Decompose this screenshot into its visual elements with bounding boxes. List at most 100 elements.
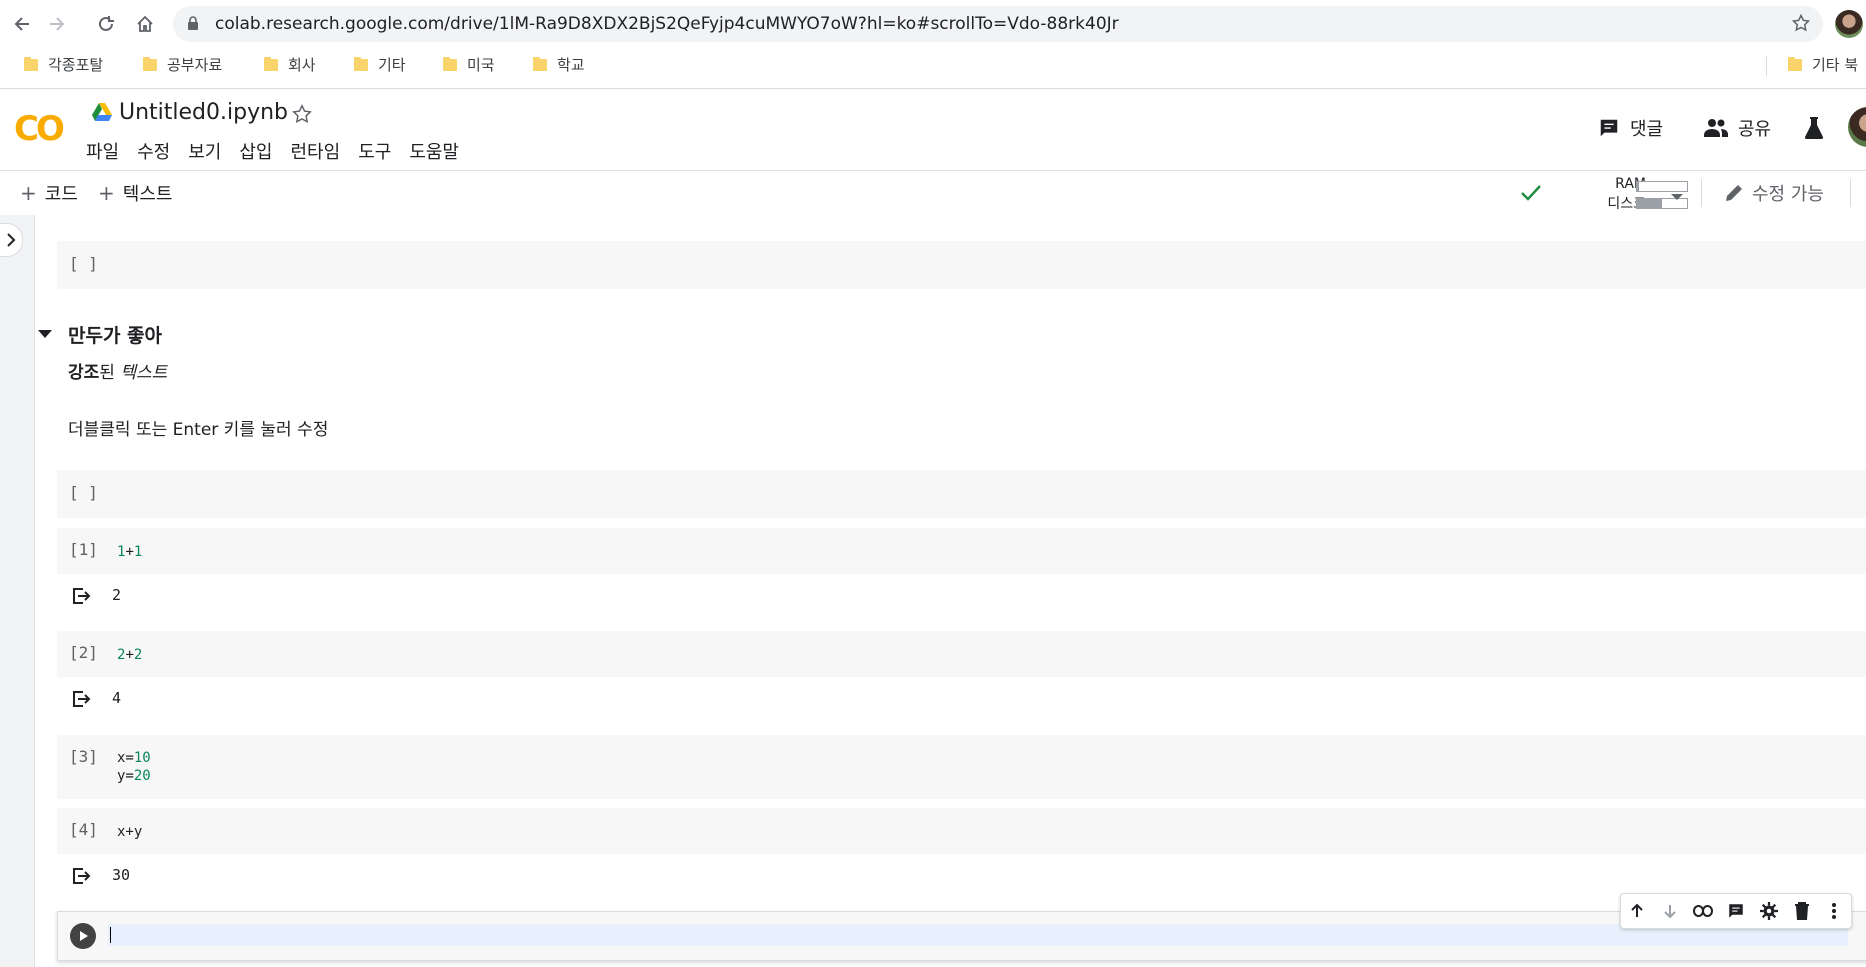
account-avatar[interactable] bbox=[1848, 107, 1866, 147]
bookmark-folder[interactable]: 기타 bbox=[354, 54, 406, 75]
cell-output: 30 bbox=[57, 854, 1866, 898]
notebook-toolbar: + 코드 + 텍스트 RAM 디스크 수정 가능 bbox=[0, 170, 1866, 216]
folder-icon bbox=[1788, 56, 1802, 71]
text-cursor bbox=[110, 927, 111, 943]
folder-icon bbox=[264, 56, 278, 71]
output-icon[interactable] bbox=[71, 690, 91, 712]
execution-count: [ ] bbox=[69, 483, 98, 502]
cell-toolbar bbox=[1620, 893, 1852, 929]
home-icon[interactable] bbox=[131, 10, 159, 38]
menu-help[interactable]: 도움말 bbox=[409, 138, 459, 164]
colab-header: CO Untitled0.ipynb 파일 수정 보기 삽입 런타임 도구 도움… bbox=[0, 89, 1866, 169]
browser-toolbar: colab.research.google.com/drive/1lM-Ra9D… bbox=[0, 0, 1866, 89]
lock-icon bbox=[187, 16, 199, 35]
resource-monitor[interactable]: RAM 디스크 bbox=[1550, 176, 1710, 212]
code-cell[interactable]: [1] 1+1 bbox=[57, 528, 1866, 574]
menu-runtime[interactable]: 런타임 bbox=[291, 138, 341, 164]
link-icon[interactable] bbox=[1691, 899, 1715, 923]
output-text: 30 bbox=[112, 866, 131, 884]
bookmarks-bar: 각종포탈 공부자료 회사 기타 미국 학교 기타 북 bbox=[0, 50, 1866, 80]
menu-insert[interactable]: 삽입 bbox=[239, 138, 272, 164]
comment-icon bbox=[1600, 119, 1618, 137]
output-icon[interactable] bbox=[71, 587, 91, 609]
bookmark-folder[interactable]: 미국 bbox=[443, 54, 495, 75]
execution-count: [2] bbox=[69, 643, 98, 662]
code-cell[interactable]: [ ] bbox=[57, 470, 1866, 518]
people-icon bbox=[1704, 119, 1728, 137]
reload-icon[interactable] bbox=[92, 10, 120, 38]
menu-bar: 파일 수정 보기 삽입 런타임 도구 도움말 bbox=[86, 138, 477, 164]
gear-icon[interactable] bbox=[1757, 899, 1781, 923]
active-code-cell[interactable] bbox=[57, 911, 1866, 961]
bookmark-folder[interactable]: 회사 bbox=[264, 54, 316, 75]
notebook-area: [ ] 만두가 좋아 강조된 텍스트 더블클릭 또는 Enter 키를 눌러 수… bbox=[0, 215, 1866, 967]
execution-count: [4] bbox=[69, 820, 98, 839]
add-code-button[interactable]: + 코드 bbox=[20, 180, 78, 206]
code-cell[interactable]: [3] x=10 y=20 bbox=[57, 735, 1866, 799]
folder-icon bbox=[533, 56, 547, 71]
star-icon[interactable] bbox=[291, 103, 313, 129]
url-text[interactable]: colab.research.google.com/drive/1lM-Ra9D… bbox=[215, 14, 1119, 34]
pencil-icon bbox=[1726, 185, 1742, 201]
share-button[interactable]: 공유 bbox=[1704, 115, 1771, 141]
forward-icon[interactable] bbox=[43, 10, 71, 38]
toolbar-divider bbox=[1850, 179, 1851, 207]
run-cell-button[interactable] bbox=[70, 923, 96, 949]
code-source[interactable]: x=10 y=20 bbox=[117, 749, 151, 785]
code-source[interactable]: x+y bbox=[117, 823, 142, 841]
comment-icon[interactable] bbox=[1724, 899, 1748, 923]
bookmark-folder[interactable]: 공부자료 bbox=[143, 54, 222, 75]
notebook-title[interactable]: Untitled0.ipynb bbox=[119, 100, 288, 125]
toolbar-divider bbox=[1701, 179, 1702, 207]
bookmark-folder[interactable]: 학교 bbox=[533, 54, 585, 75]
dropdown-arrow-icon[interactable] bbox=[1670, 187, 1684, 206]
code-cell[interactable]: [4] x+y bbox=[57, 808, 1866, 854]
other-bookmarks[interactable]: 기타 북 bbox=[1788, 54, 1858, 75]
code-editor[interactable] bbox=[108, 924, 1848, 946]
left-rail bbox=[0, 215, 35, 967]
execution-count: [1] bbox=[69, 540, 98, 559]
code-cell[interactable]: [2] 2+2 bbox=[57, 631, 1866, 677]
collapse-section-icon[interactable] bbox=[38, 330, 52, 338]
flask-icon[interactable] bbox=[1804, 117, 1824, 143]
trash-icon[interactable] bbox=[1790, 899, 1814, 923]
menu-file[interactable]: 파일 bbox=[86, 138, 119, 164]
disk-bar-fill bbox=[1637, 199, 1662, 208]
google-drive-icon[interactable] bbox=[92, 103, 112, 125]
move-down-icon[interactable] bbox=[1658, 899, 1682, 923]
markdown-hint: 더블클릭 또는 Enter 키를 눌러 수정 bbox=[68, 420, 329, 440]
edit-mode-button[interactable]: 수정 가능 bbox=[1724, 180, 1824, 206]
connected-check-icon bbox=[1520, 183, 1542, 207]
cell-output: 4 bbox=[57, 677, 1866, 721]
chevron-right-icon bbox=[7, 233, 16, 247]
address-bar[interactable]: colab.research.google.com/drive/1lM-Ra9D… bbox=[173, 6, 1823, 42]
output-icon[interactable] bbox=[71, 867, 91, 889]
folder-icon bbox=[143, 56, 157, 71]
more-vert-icon[interactable] bbox=[1822, 899, 1846, 923]
sidebar-toggle[interactable] bbox=[0, 223, 23, 257]
profile-avatar[interactable] bbox=[1835, 10, 1863, 38]
back-icon[interactable] bbox=[8, 10, 36, 38]
code-cell[interactable]: [ ] bbox=[57, 241, 1866, 289]
plus-icon: + bbox=[20, 181, 37, 205]
play-icon bbox=[80, 931, 88, 941]
menu-view[interactable]: 보기 bbox=[188, 138, 221, 164]
code-source[interactable]: 1+1 bbox=[117, 543, 142, 561]
bookmark-folder[interactable]: 각종포탈 bbox=[24, 54, 103, 75]
output-text: 4 bbox=[112, 689, 122, 707]
add-text-button[interactable]: + 텍스트 bbox=[98, 180, 172, 206]
cell-output: 2 bbox=[57, 574, 1866, 618]
menu-tools[interactable]: 도구 bbox=[358, 138, 391, 164]
colab-logo[interactable]: CO bbox=[14, 109, 65, 149]
folder-icon bbox=[354, 56, 368, 71]
execution-count: [3] bbox=[69, 747, 98, 766]
markdown-heading: 만두가 좋아 bbox=[68, 325, 163, 347]
comment-button[interactable]: 댓글 bbox=[1598, 115, 1663, 141]
bookmark-star-icon[interactable] bbox=[1791, 13, 1811, 37]
move-up-icon[interactable] bbox=[1625, 899, 1649, 923]
bookmarks-divider bbox=[1766, 56, 1767, 76]
ram-bar-fill bbox=[1637, 182, 1639, 191]
folder-icon bbox=[443, 56, 457, 71]
menu-edit[interactable]: 수정 bbox=[137, 138, 170, 164]
code-source[interactable]: 2+2 bbox=[117, 646, 142, 664]
